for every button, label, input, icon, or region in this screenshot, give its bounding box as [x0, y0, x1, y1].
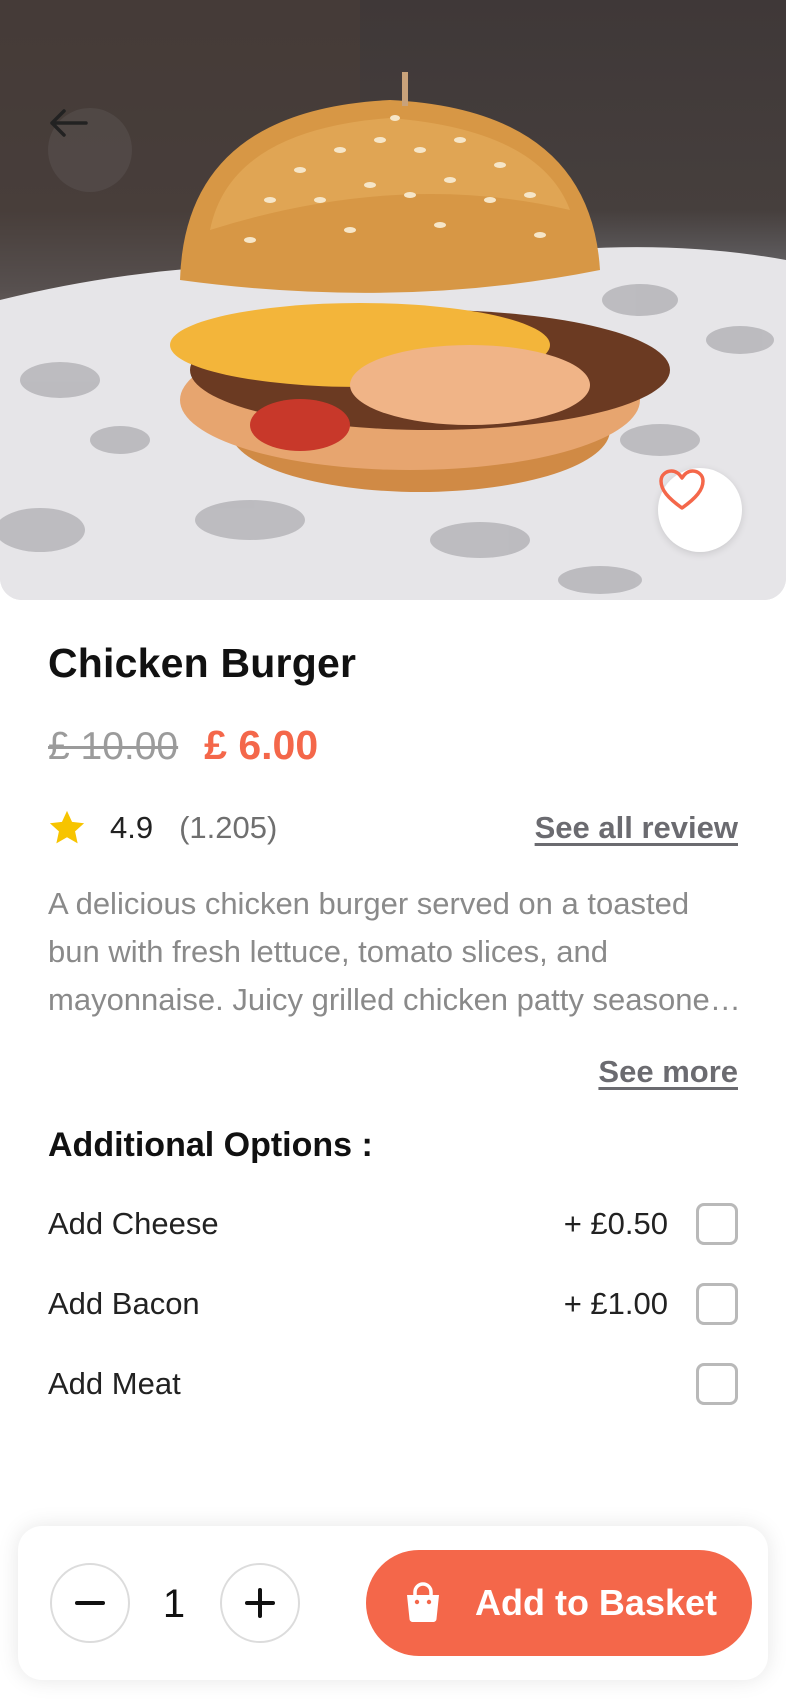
product-title: Chicken Burger — [48, 640, 357, 686]
decrease-quantity-button[interactable] — [50, 1563, 130, 1643]
original-price: £ 10.00 — [48, 725, 179, 768]
review-count: (1.205) — [179, 810, 278, 845]
favorite-button[interactable] — [658, 468, 742, 552]
rating-value: 4.9 — [110, 810, 154, 845]
quantity-value: 1 — [162, 1582, 186, 1626]
arrow-left-icon — [50, 109, 88, 137]
option-label: Add Cheese — [48, 1206, 219, 1241]
increase-quantity-button[interactable] — [220, 1563, 300, 1643]
rating-row: 4.9 (1.205) See all review — [48, 806, 738, 850]
add-meat-checkbox[interactable] — [696, 1363, 738, 1405]
option-price: + £1.00 — [563, 1286, 668, 1321]
add-bacon-checkbox[interactable] — [696, 1283, 738, 1325]
add-to-basket-label: Add to Basket — [474, 1582, 718, 1623]
option-label: Add Bacon — [48, 1286, 200, 1321]
product-detail-screen: Chicken Burger £ 10.00 £ 6.00 4.9 (1.205… — [0, 0, 786, 1704]
option-add-meat[interactable]: Add Meat — [48, 1362, 738, 1406]
discounted-price: £ 6.00 — [204, 722, 319, 768]
plus-icon — [245, 1588, 275, 1618]
star-icon — [49, 810, 85, 844]
see-more-link[interactable]: See more — [598, 1054, 738, 1090]
option-label: Add Meat — [48, 1366, 181, 1401]
option-add-cheese[interactable]: Add Cheese + £0.50 — [48, 1202, 738, 1246]
shopping-bag-icon — [406, 1582, 439, 1622]
add-cheese-checkbox[interactable] — [696, 1203, 738, 1245]
option-price: + £0.50 — [563, 1206, 668, 1241]
minus-icon — [75, 1601, 105, 1605]
price-row: £ 10.00 £ 6.00 — [48, 722, 318, 769]
additional-options-title: Additional Options : — [48, 1126, 373, 1164]
see-all-reviews-link[interactable]: See all review — [535, 810, 738, 846]
product-description: A delicious chicken burger served on a t… — [48, 886, 727, 1017]
back-button[interactable] — [48, 108, 132, 192]
product-image — [0, 0, 786, 600]
bottom-action-bar: 1 Add to Basket — [18, 1526, 768, 1680]
heart-icon — [659, 469, 705, 510]
add-to-basket-button[interactable]: Add to Basket — [366, 1550, 752, 1656]
option-add-bacon[interactable]: Add Bacon + £1.00 — [48, 1282, 738, 1326]
